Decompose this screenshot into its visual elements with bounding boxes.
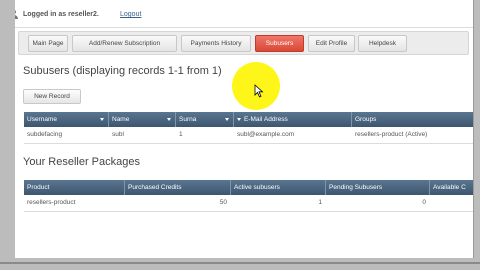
new-record-button[interactable]: New Record (23, 89, 81, 104)
tab-payments-history[interactable]: Payments History (181, 35, 251, 52)
page: Logged in as reseller2. Logout Main Page… (15, 0, 474, 258)
column-header-label: E-Mail Address (244, 116, 288, 123)
column-header-active-subusers[interactable]: Active subusers (231, 180, 326, 195)
column-header-groups[interactable]: Groups (352, 112, 473, 127)
header-bar: Logged in as reseller2. Logout (15, 8, 473, 26)
cell-active-subusers: 1 (318, 199, 322, 206)
cell-available-credits (430, 195, 473, 211)
cell-username[interactable]: subdefacing (24, 127, 109, 143)
cell-purchased-credits: 50 (219, 199, 227, 206)
user-icon (15, 10, 19, 20)
sort-down-icon (100, 118, 104, 121)
column-header-label: Surna (179, 116, 197, 123)
column-header-email[interactable]: E-Mail Address (234, 112, 352, 127)
cell-name: subl (112, 131, 124, 138)
sort-down-icon (167, 118, 171, 121)
logout-link[interactable]: Logout (120, 11, 141, 18)
packages-table-header: Product Purchased Credits Active subuser… (24, 180, 473, 195)
sort-down-icon (237, 118, 241, 121)
column-header-label: Username (27, 116, 57, 123)
table-row[interactable]: resellers-product 50 1 0 (24, 195, 473, 212)
main-nav: Main Page Add/Renew Subscription Payment… (18, 31, 469, 55)
cell-pending-subusers: 0 (422, 199, 426, 206)
column-header-label: Groups (355, 116, 377, 123)
header-divider (15, 27, 473, 28)
cell-product: resellers-product (27, 199, 76, 206)
login-status-text: Logged in as reseller2. (23, 11, 99, 18)
tab-add-renew-subscription[interactable]: Add/Renew Subscription (72, 35, 177, 52)
column-header-username[interactable]: Username (24, 112, 109, 127)
column-header-pending-subusers[interactable]: Pending Subusers (326, 180, 430, 195)
tab-helpdesk[interactable]: Helpdesk (358, 35, 407, 52)
subusers-table-header: Username Name Surna E-Mail Address Group… (24, 112, 473, 127)
column-header-name[interactable]: Name (109, 112, 176, 127)
tab-subusers[interactable]: Subusers (255, 35, 304, 52)
column-header-label: Name (112, 116, 130, 123)
cell-groups: resellers-product (Active) (355, 131, 428, 138)
subusers-table: Username Name Surna E-Mail Address Group… (24, 112, 473, 144)
table-row[interactable]: subdefacing subl 1 subl@example.com rese… (24, 127, 473, 144)
reseller-packages-table: Product Purchased Credits Active subuser… (24, 180, 473, 212)
window-bottom-border (0, 262, 480, 264)
cell-email: subl@example.com (237, 131, 295, 138)
tab-edit-profile[interactable]: Edit Profile (308, 35, 355, 52)
column-header-surname[interactable]: Surna (176, 112, 234, 127)
reseller-packages-title: Your Reseller Packages (23, 156, 140, 168)
column-header-purchased-credits[interactable]: Purchased Credits (125, 180, 231, 195)
cell-surname: 1 (179, 131, 183, 138)
column-header-product[interactable]: Product (24, 180, 125, 195)
tab-main-page[interactable]: Main Page (28, 35, 68, 52)
mouse-pointer-icon (254, 84, 264, 98)
sort-down-icon (225, 118, 229, 121)
subusers-title: Subusers (displaying records 1-1 from 1) (23, 65, 222, 77)
column-header-available-credits[interactable]: Available C (430, 180, 473, 195)
